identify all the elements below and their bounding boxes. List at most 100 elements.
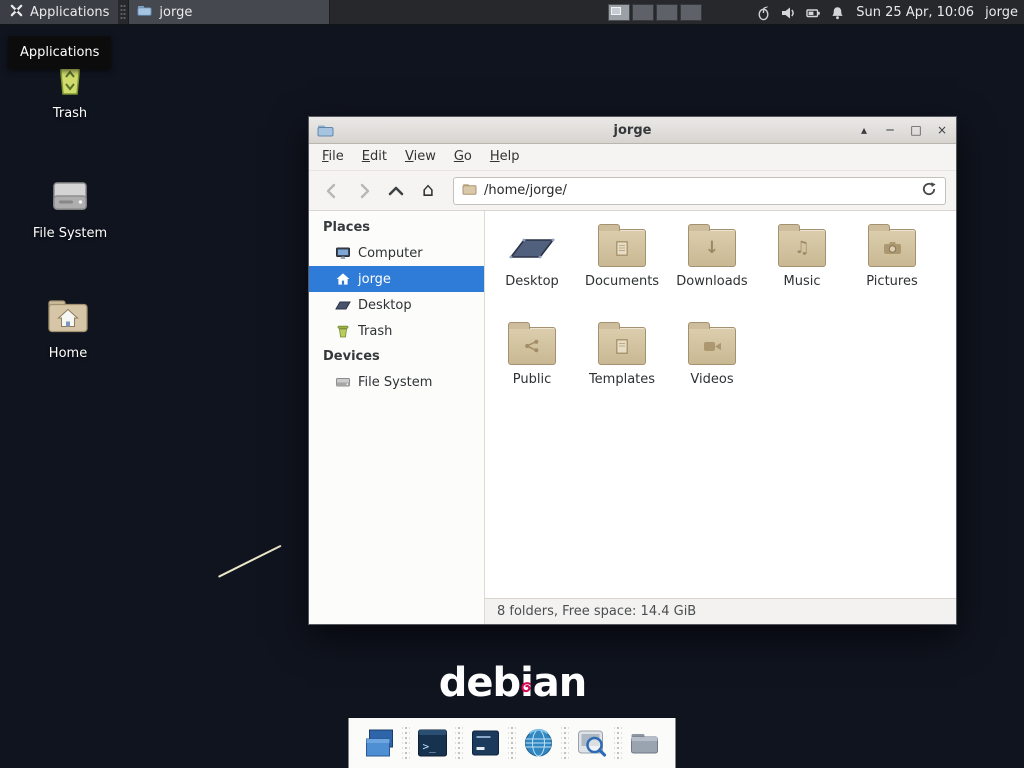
taskbar-window-button[interactable]: jorge [128,0,330,24]
menu-help[interactable]: Help [481,144,529,170]
folder-downloads[interactable]: ↓ Downloads [667,223,757,321]
home-icon: ⌂ [422,181,434,200]
dock-item-desktop[interactable] [357,718,403,768]
folder-label: Pictures [847,274,937,289]
applications-menu-button[interactable]: Applications [0,0,118,24]
toolbar: ⌂ /home/jorge/ [309,171,956,211]
places-sidebar: Places Computer jorge [309,211,485,624]
back-button[interactable] [319,178,345,204]
volume-icon[interactable] [780,5,796,21]
minimize-button[interactable]: ─ [884,117,896,143]
applications-menu-label: Applications [30,5,109,20]
menubar: File Edit View Go Help [309,144,956,171]
workspace-4[interactable] [680,4,702,21]
dark-window-icon [468,725,504,761]
desktop-icon-file-system[interactable]: File System [24,173,116,241]
sidebar-item-label: Trash [358,324,392,339]
sidebar-item-file-system[interactable]: File System [309,369,484,395]
camera-emblem-icon [869,230,915,266]
path-bar[interactable]: /home/jorge/ [453,177,946,205]
dock-item-file-manager[interactable] [622,718,668,768]
shade-button[interactable]: ▴ [858,117,870,143]
sidebar-item-label: Computer [358,246,423,261]
maximize-button[interactable]: □ [910,117,922,143]
folder-label: Templates [577,372,667,387]
titlebar[interactable]: jorge ▴ ─ □ × [309,117,956,144]
folder-videos[interactable]: Videos [667,321,757,419]
home-icon [335,271,351,287]
workspace-2[interactable] [632,4,654,21]
svg-text:>_: >_ [423,740,437,753]
desktop-icon-label: Trash [24,106,116,121]
desktop-icon [335,297,351,313]
dock-separator [615,727,622,759]
menu-edit[interactable]: Edit [353,144,396,170]
drive-icon [47,173,93,219]
folder-documents[interactable]: Documents [577,223,667,321]
folder-desktop[interactable]: Desktop [487,223,577,321]
folder-label: Videos [667,372,757,387]
folder-icon [868,229,916,267]
forward-button[interactable] [351,178,377,204]
file-view[interactable]: Desktop Documents [485,211,956,598]
workspace-1[interactable] [608,4,630,21]
magnifier-icon [574,725,610,761]
dock-item-terminal[interactable]: >_ [410,718,456,768]
sidebar-item-computer[interactable]: Computer [309,240,484,266]
input-device-icon[interactable] [756,5,771,21]
folder-public[interactable]: Public [487,321,577,419]
folder-icon [598,327,646,365]
folder-templates[interactable]: Templates [577,321,667,419]
clock[interactable]: Sun 25 Apr, 10:06 [856,5,974,20]
notifications-bell-icon[interactable] [830,5,845,21]
close-button[interactable]: × [936,117,948,143]
system-tray [756,5,845,21]
globe-icon [521,725,557,761]
taskbar-window-label: jorge [159,5,192,20]
menu-go[interactable]: Go [445,144,481,170]
menu-file[interactable]: File [313,144,353,170]
workspace-switcher [608,4,702,21]
sidebar-item-desktop[interactable]: Desktop [309,292,484,318]
path-input[interactable]: /home/jorge/ [484,183,914,198]
dock-item-web-browser[interactable] [516,718,562,768]
panel-handle[interactable] [120,4,126,20]
folder-pictures[interactable]: Pictures [847,223,937,321]
folder-music[interactable]: ♫ Music [757,223,847,321]
wallpaper-artifact-line [218,545,282,578]
sidebar-item-trash[interactable]: Trash [309,318,484,344]
sidebar-item-jorge[interactable]: jorge [309,266,484,292]
workspace-3[interactable] [656,4,678,21]
dock-item-app-finder[interactable] [569,718,615,768]
dock: >_ [349,718,676,768]
folder-icon: ↓ [688,229,736,267]
status-text: 8 folders, Free space: 14.4 GiB [497,604,696,619]
dock-separator [403,727,410,759]
dock-separator [509,727,516,759]
terminal-icon: >_ [415,725,451,761]
folder-icon [688,327,736,365]
desktop-icon-home[interactable]: Home [22,293,114,361]
menu-view[interactable]: View [396,144,445,170]
drive-icon [335,374,351,390]
refresh-icon[interactable] [921,181,937,201]
statusbar: 8 folders, Free space: 14.4 GiB [485,598,956,624]
share-emblem-icon [509,328,555,364]
taskbar-window-icon [137,3,152,22]
folder-icon [627,725,663,761]
sidebar-devices-header: Devices [309,344,484,369]
debian-logo: debian [430,660,595,706]
power-battery-icon[interactable] [805,5,821,21]
dock-item-panel-app[interactable] [463,718,509,768]
folder-label: Desktop [487,274,577,289]
computer-icon [335,245,351,261]
workspace-window-thumb [611,7,621,15]
sidebar-item-label: jorge [358,272,391,287]
folder-icon [508,327,556,365]
window-icon [317,122,334,139]
up-button[interactable] [383,178,409,204]
desktop-icon-label: File System [24,226,116,241]
home-button[interactable]: ⌂ [415,178,441,204]
sidebar-item-label: Desktop [358,298,412,313]
home-folder-icon [45,293,91,339]
